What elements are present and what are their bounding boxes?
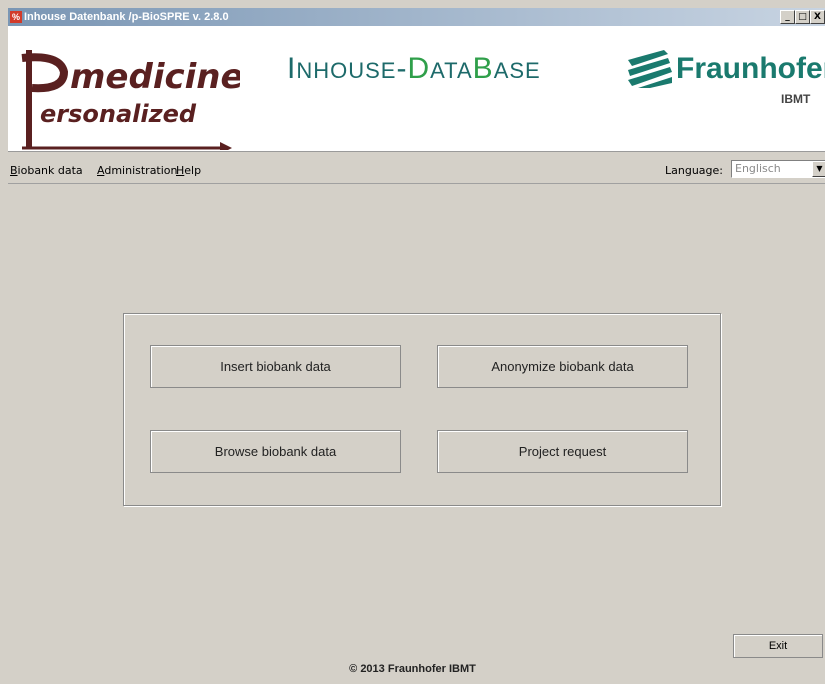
footer-copyright: © 2013 Fraunhofer IBMT [349,663,476,675]
language-select[interactable]: Englisch ▼ [731,160,825,178]
browse-biobank-data-button[interactable]: Browse biobank data [150,430,401,473]
header-banner: medicine ersonalized INHOUSE-DATABASE Fr… [8,26,825,152]
menu-biobank-data[interactable]: Biobank data [10,164,83,177]
maximize-icon[interactable]: □ [795,10,810,24]
insert-biobank-data-button[interactable]: Insert biobank data [150,345,401,388]
personalized-medicine-logo: medicine ersonalized [21,50,240,150]
app-icon: % [10,11,22,23]
menu-bar: Biobank data Administration Help Languag… [8,158,825,184]
fraunhofer-logo-icon [628,50,672,88]
fraunhofer-ibmt: IBMT [781,92,811,106]
chevron-down-icon[interactable]: ▼ [812,161,825,177]
logo-personalized-text: ersonalized [40,100,197,128]
window-titlebar[interactable]: % Inhouse Datenbank /p-BioSPRE v. 2.8.0 … [8,8,825,26]
project-request-button[interactable]: Project request [437,430,688,473]
inhouse-database-title: INHOUSE-DATABASE [287,52,541,85]
exit-button[interactable]: Exit [733,634,823,658]
fraunhofer-name: Fraunhofer [676,52,825,85]
menu-help[interactable]: Help [176,164,201,177]
logo-medicine-text: medicine [70,57,240,97]
minimize-icon[interactable]: _ [780,10,795,24]
language-label: Language: [665,164,723,177]
language-value: Englisch [735,162,781,175]
window-title: Inhouse Datenbank /p-BioSPRE v. 2.8.0 [24,11,229,23]
actions-panel [123,313,721,506]
window-controls: _ □ X [780,10,825,24]
close-icon[interactable]: X [810,10,825,24]
menu-administration[interactable]: Administration [97,164,178,177]
anonymize-biobank-data-button[interactable]: Anonymize biobank data [437,345,688,388]
